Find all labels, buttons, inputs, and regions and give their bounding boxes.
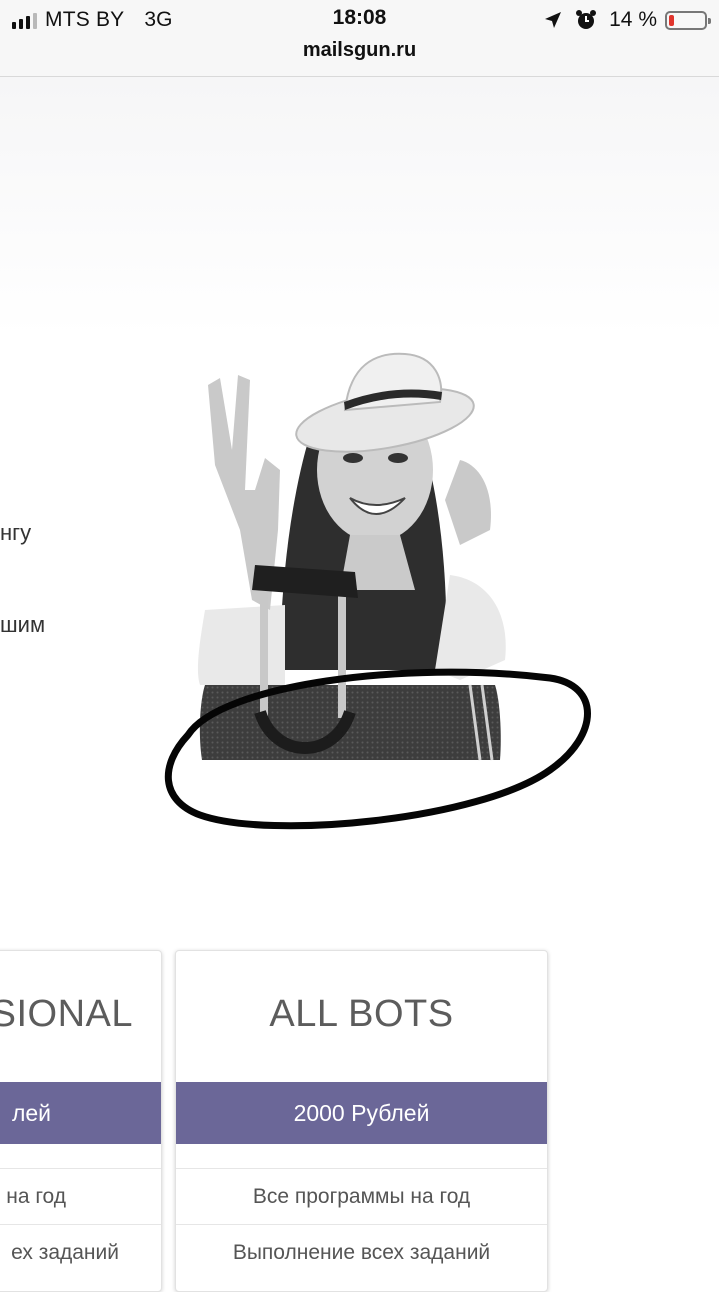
hand-at-hat (445, 460, 491, 545)
hero-background (0, 77, 719, 337)
pricing-card-professional: SIONAL лей на год ех заданий (0, 950, 162, 1292)
left-sleeve (197, 605, 285, 685)
right-sleeve (435, 575, 506, 680)
card-feature: Выполнение всех заданий (176, 1224, 547, 1281)
card-title: SIONAL (0, 993, 133, 1035)
hero-text-line-2: шим (0, 612, 46, 637)
location-arrow-icon (545, 12, 562, 28)
battery-level-fill (669, 14, 674, 26)
card-feature: Все программы на год (176, 1168, 547, 1225)
card-feature: на год (0, 1168, 161, 1225)
right-eye (388, 453, 408, 463)
address-bar-url[interactable]: mailsgun.ru (0, 39, 719, 62)
pricing-card-all-bots[interactable]: ALL BOTS 2000 Рублей Все программы на го… (175, 950, 548, 1292)
card-price: 2000 Рублей (176, 1082, 547, 1144)
card-price: лей (0, 1082, 161, 1144)
hero-image (164, 352, 591, 830)
alarm-icon (576, 10, 597, 29)
card-title: ALL BOTS (269, 993, 454, 1035)
battery-icon (665, 10, 711, 30)
status-right: 14 % (543, 7, 711, 33)
left-eye (343, 453, 363, 463)
card-feature: ех заданий (0, 1224, 161, 1281)
status-bar: MTS BY 3G 18:08 14 % mailsgun.ru (0, 0, 719, 77)
hero-text-line-1: нгу (0, 520, 32, 545)
handle-right-pole (338, 588, 346, 718)
battery-percent: 14 % (609, 8, 657, 31)
